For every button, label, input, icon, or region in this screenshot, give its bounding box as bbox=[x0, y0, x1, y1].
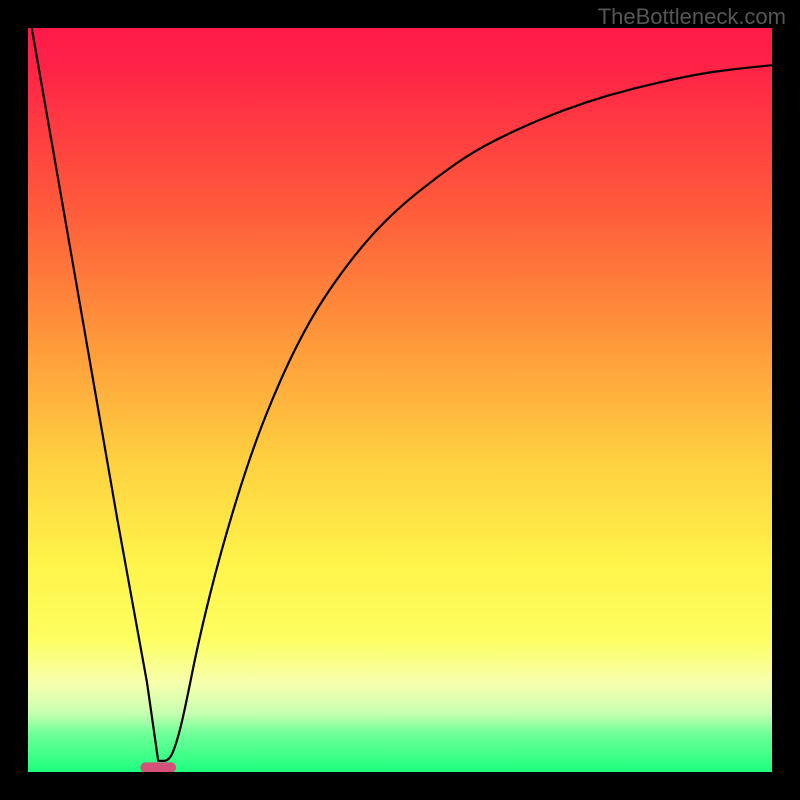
chart-plot-area bbox=[28, 28, 772, 772]
chart-svg bbox=[28, 28, 772, 772]
bottleneck-curve bbox=[32, 28, 772, 761]
watermark-text: TheBottleneck.com bbox=[598, 4, 786, 30]
bottleneck-marker bbox=[140, 762, 176, 772]
chart-frame: TheBottleneck.com bbox=[0, 0, 800, 800]
